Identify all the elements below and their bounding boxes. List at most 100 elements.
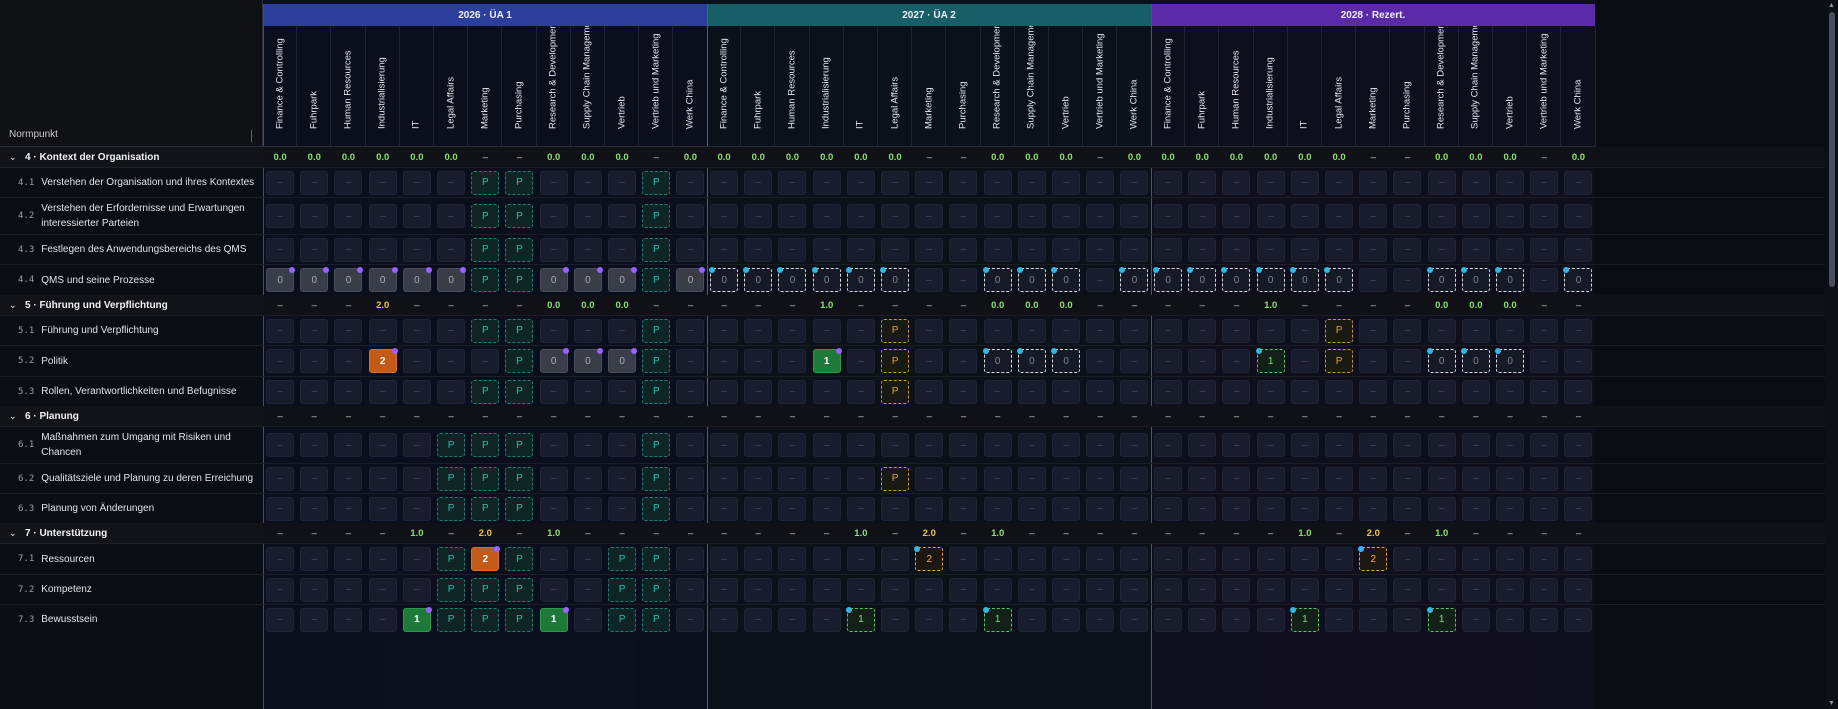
grid-cell[interactable]: – [331,235,365,264]
status-box[interactable]: – [812,496,841,521]
grid-cell[interactable]: – [297,575,331,604]
status-box[interactable]: P [505,237,534,262]
grid-cell[interactable]: – [434,198,468,234]
grid-cell[interactable]: – [1288,198,1322,234]
grid-cell[interactable]: – [1561,198,1595,234]
status-box[interactable]: – [1188,349,1217,373]
status-box[interactable]: P [642,379,671,404]
grid-cell[interactable]: – [1459,377,1493,406]
grid-cell[interactable]: – [981,235,1015,264]
status-box[interactable]: – [1188,466,1217,491]
grid-cell[interactable]: – [1356,464,1390,493]
status-box[interactable]: – [300,237,329,262]
grid-cell[interactable]: – [1425,168,1459,197]
grid-cell[interactable]: – [1356,605,1390,634]
column-header[interactable]: Fuhrpark [297,26,332,147]
grid-cell[interactable]: 0 [1015,265,1049,295]
grid-cell[interactable]: – [1083,464,1117,493]
grid-cell[interactable]: – [1151,168,1185,197]
grid-cell[interactable]: – [775,346,809,376]
status-box[interactable]: – [744,349,773,373]
grid-cell[interactable]: P [502,198,536,234]
status-box[interactable]: – [1325,204,1354,228]
grid-cell[interactable]: – [1083,198,1117,234]
status-box[interactable]: – [368,237,397,262]
grid-cell[interactable]: P [639,235,673,264]
grid-cell[interactable]: – [1459,427,1493,463]
status-box[interactable]: – [1256,204,1285,228]
grid-cell[interactable]: P [878,316,912,345]
status-box[interactable]: P [505,547,534,571]
grid-cell[interactable]: – [981,198,1015,234]
grid-cell[interactable]: 0 [844,265,878,295]
status-box[interactable]: – [1017,607,1046,632]
status-box[interactable]: – [300,379,329,404]
grid-cell[interactable]: 0 [981,265,1015,295]
status-box[interactable]: P [642,268,671,292]
status-box[interactable]: – [1359,577,1388,602]
status-box[interactable]: – [608,379,637,404]
status-box[interactable]: – [573,170,602,195]
status-box[interactable]: – [1017,547,1046,571]
status-box[interactable]: – [437,204,466,228]
status-box[interactable]: – [949,204,978,228]
status-box[interactable]: – [1530,577,1559,602]
grid-cell[interactable]: 0 [1015,346,1049,376]
grid-cell[interactable]: – [946,464,980,493]
status-box[interactable]: – [949,547,978,571]
status-box[interactable]: – [402,547,431,571]
grid-cell[interactable]: – [605,168,639,197]
grid-cell[interactable]: – [844,346,878,376]
status-box[interactable]: – [1052,496,1081,521]
status-box[interactable]: – [1461,466,1490,491]
status-box[interactable]: P [505,204,534,228]
grid-cell[interactable]: – [1083,377,1117,406]
status-box[interactable]: – [983,547,1012,571]
status-box[interactable]: – [881,547,910,571]
grid-cell[interactable]: 0 [878,265,912,295]
grid-cell[interactable]: – [844,377,878,406]
status-box[interactable]: P [437,433,466,457]
grid-cell[interactable]: – [741,427,775,463]
status-box[interactable]: 1 [845,606,875,632]
status-box[interactable]: – [1461,379,1490,404]
status-box[interactable]: – [1086,349,1115,373]
grid-cell[interactable]: – [400,168,434,197]
status-box[interactable]: – [1222,318,1251,343]
status-box[interactable]: – [608,237,637,262]
grid-cell[interactable]: – [605,235,639,264]
status-box[interactable]: – [1052,379,1081,404]
grid-cell[interactable]: – [775,427,809,463]
grid-cell[interactable]: 0 [605,265,639,295]
grid-cell[interactable]: – [1527,265,1561,295]
grid-cell[interactable]: – [537,168,571,197]
status-box[interactable]: – [1496,607,1525,632]
grid-cell[interactable]: – [605,377,639,406]
status-box[interactable]: – [812,170,841,195]
column-header[interactable]: Supply Chain Management [1014,26,1049,147]
grid-cell[interactable]: – [366,377,400,406]
column-header[interactable]: Marketing [912,26,947,147]
status-box[interactable]: – [1256,379,1285,404]
grid-cell[interactable]: – [297,544,331,574]
grid-cell[interactable]: – [1459,544,1493,574]
grid-cell[interactable]: – [1049,235,1083,264]
grid-cell[interactable]: P [639,427,673,463]
grid-cell[interactable]: 0 [571,265,605,295]
grid-cell[interactable]: 0 [1459,346,1493,376]
grid-cell[interactable]: – [1117,198,1151,234]
status-box[interactable]: P [642,204,671,228]
status-box[interactable]: – [334,237,363,262]
grid-cell[interactable]: – [810,605,844,634]
grid-cell[interactable]: – [1083,575,1117,604]
status-box[interactable]: P [505,170,534,195]
status-box[interactable]: – [983,379,1012,404]
status-box[interactable]: – [1154,170,1183,195]
column-header[interactable]: Supply Chain Management [1458,26,1493,147]
status-box[interactable]: – [1290,204,1319,228]
status-box[interactable]: – [334,433,363,457]
grid-cell[interactable]: – [1015,377,1049,406]
grid-cell[interactable]: – [1049,168,1083,197]
status-box[interactable]: – [1154,237,1183,262]
grid-cell[interactable]: – [1390,427,1424,463]
